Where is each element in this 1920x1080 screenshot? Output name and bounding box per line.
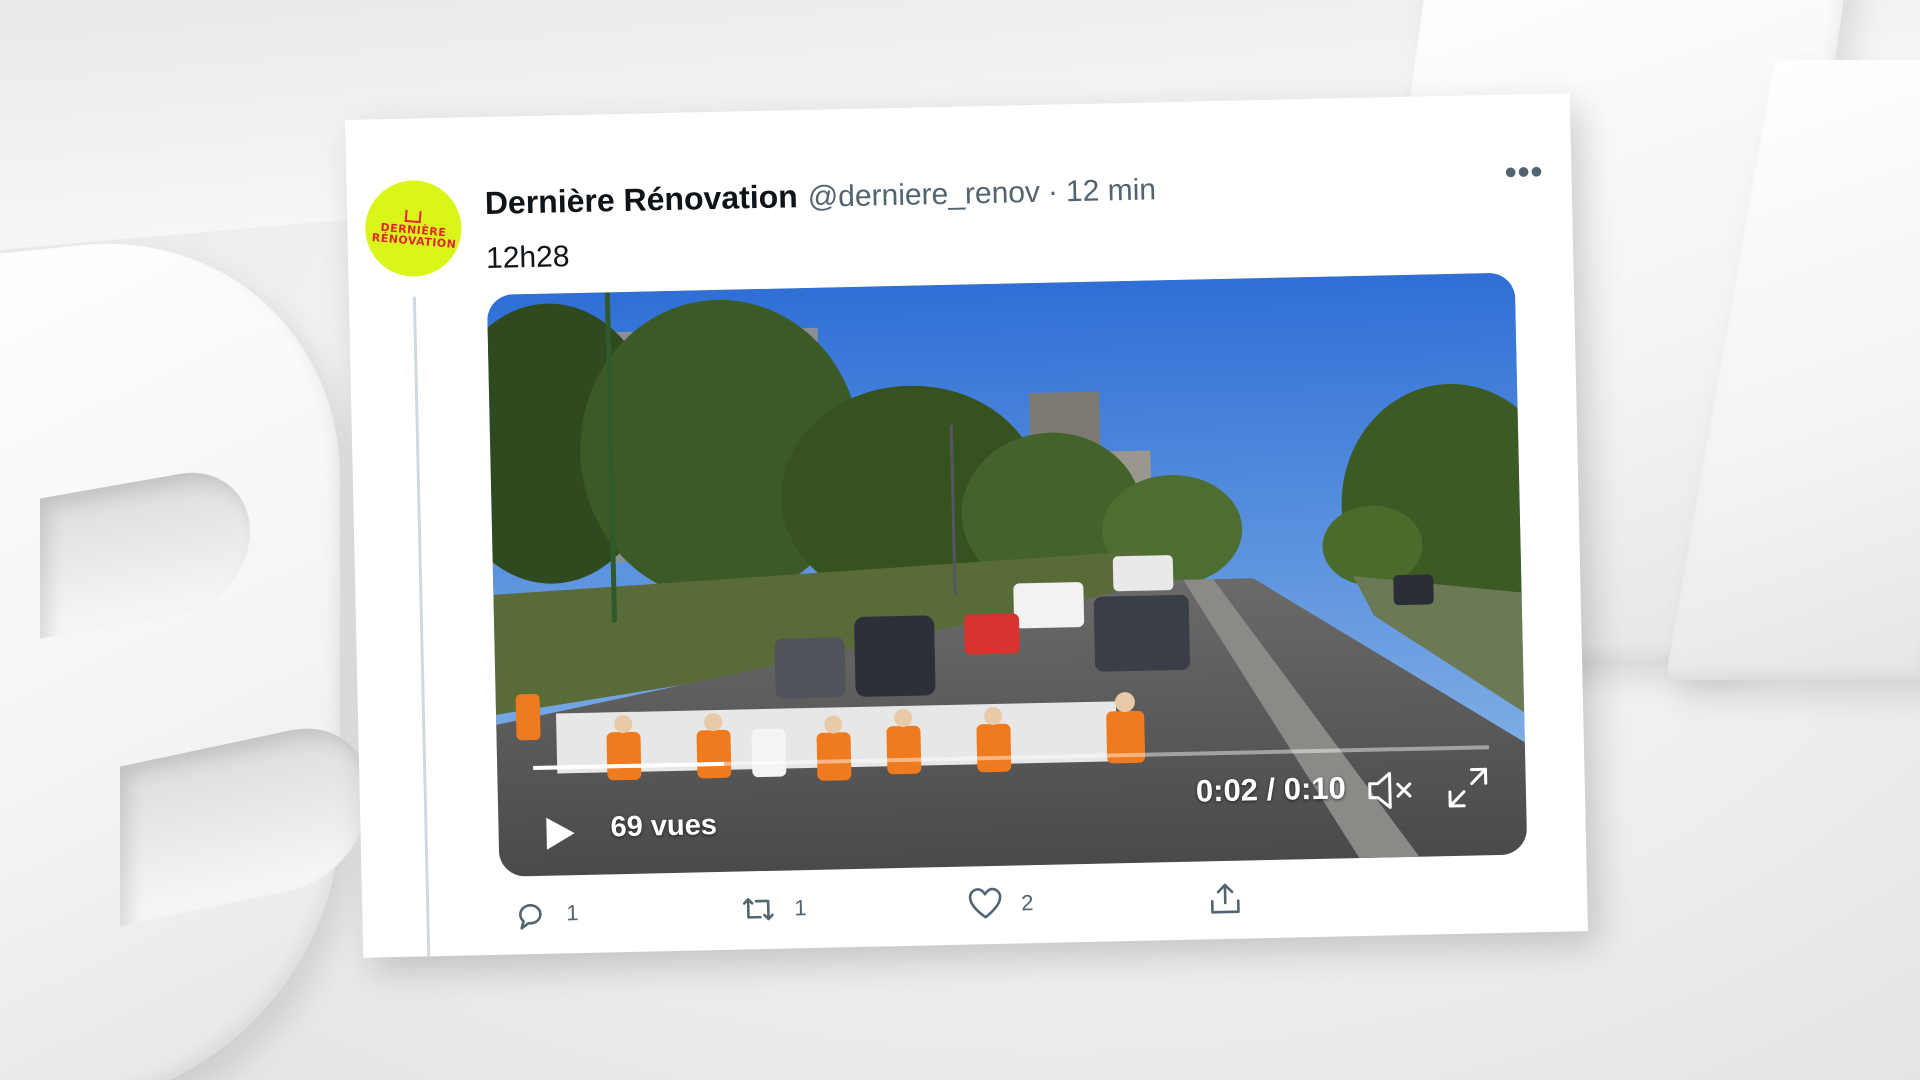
thread-line [412, 296, 431, 957]
muted-speaker-icon[interactable] [1365, 769, 1416, 812]
tweet-actions: 1 1 2 [512, 876, 1433, 946]
backdrop-letter-b [0, 217, 340, 1080]
play-icon[interactable] [536, 811, 581, 856]
more-horizontal-icon[interactable]: ••• [1504, 153, 1544, 192]
heart-icon [968, 887, 1002, 919]
author-handle[interactable]: @derniere_renov [807, 176, 1040, 215]
timestamp[interactable]: 12 min [1066, 173, 1157, 209]
house-logo-icon [404, 209, 422, 224]
retweet-button[interactable]: 1 [740, 890, 807, 927]
tweet-text: 12h28 [485, 240, 570, 275]
like-button[interactable]: 2 [967, 885, 1034, 922]
tweet-card: DERNIÈRE RÉNOVATION Dernière Rénovation … [345, 93, 1588, 958]
video-player[interactable]: 69 vues 0:02 / 0:10 [486, 272, 1528, 877]
share-icon [1210, 883, 1240, 914]
like-count: 2 [1020, 890, 1034, 916]
view-count: 69 vues [610, 809, 718, 844]
author-name[interactable]: Dernière Rénovation [484, 178, 798, 222]
retweet-count: 1 [794, 895, 807, 921]
reply-icon [519, 904, 542, 930]
share-button[interactable] [1207, 881, 1244, 918]
fullscreen-icon[interactable] [1445, 765, 1490, 810]
tweet-header: Dernière Rénovation @derniere_renov · 12… [484, 170, 1156, 222]
retweet-icon [742, 898, 774, 921]
background: DERNIÈRE RÉNOVATION Dernière Rénovation … [0, 0, 1920, 1080]
reply-button[interactable]: 1 [512, 895, 579, 932]
separator: · [1047, 175, 1059, 209]
avatar[interactable]: DERNIÈRE RÉNOVATION [364, 179, 463, 278]
video-timecode: 0:02 / 0:10 [1195, 770, 1347, 809]
reply-count: 1 [566, 900, 579, 926]
